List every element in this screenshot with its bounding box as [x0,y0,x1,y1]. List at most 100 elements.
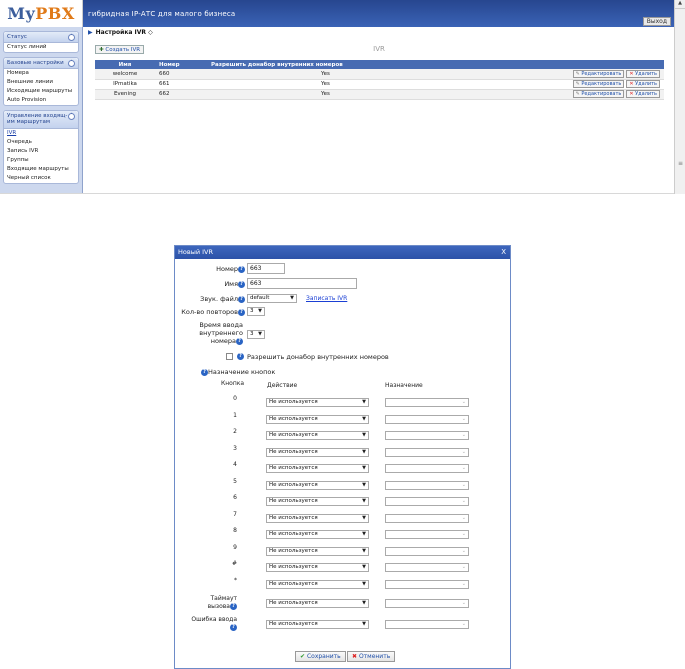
delete-button[interactable]: ✕ Удалить [626,69,660,78]
number-input[interactable]: 663 [247,263,285,274]
delete-button[interactable]: ✕ Удалить [626,80,660,88]
edit-button[interactable]: ✎ Редактировать [572,90,625,98]
cancel-button[interactable]: ✖ Отменить [347,651,396,662]
dialog-title: Новый IVR [178,248,213,256]
sidebar-group-header[interactable]: Управление входящ-им маршрутам ˄ [4,111,78,129]
key-action-select[interactable]: Не используется ▼ [266,547,369,556]
edit-icon: ✎ [575,91,580,97]
sidebar-item-queue[interactable]: Очередь [4,138,78,147]
ivr-table: Имя Номер Разрешить донабор внутренних н… [95,60,664,100]
info-icon[interactable]: ? [237,353,244,360]
sidebar-item-outbound-routes[interactable]: Исходящие маршруты [4,87,78,96]
sidebar-item-line-status[interactable]: Статус линий [4,43,78,52]
key-destination-select[interactable]: ⌄ [385,398,469,407]
dropdown-arrow-icon: ⌄ [461,399,466,405]
timeout-action-select[interactable]: Не используется ▼ [266,599,369,608]
edit-button[interactable]: ✎ Редактировать [572,69,625,78]
key-action-select[interactable]: Не используется ▼ [266,481,369,490]
dropdown-arrow-icon: ⌄ [461,416,466,422]
cell-number: 662 [155,89,207,100]
cell-name: welcome [95,69,155,80]
key-label: 5 [233,478,237,485]
sidebar-item-groups[interactable]: Группы [4,156,78,165]
section-title: IVR [373,45,385,53]
sidebar-group-header[interactable]: Базовые настройки ˄ [4,58,78,69]
key-destination-select[interactable]: ⌄ [385,563,469,572]
dropdown-arrow-icon: ⌄ [461,515,466,521]
key-destination-select[interactable]: ⌄ [385,431,469,440]
column-header-action: Действие [267,382,298,389]
sidebar-item-external-lines[interactable]: Внешние линии [4,78,78,87]
dropdown-arrow-icon: ▼ [362,465,366,471]
sidebar-item-numbers[interactable]: Номера [4,69,78,78]
key-action-select[interactable]: Не используется ▼ [266,514,369,523]
key-action-select[interactable]: Не используется ▼ [266,530,369,539]
key-action-select[interactable]: Не используется ▼ [266,580,369,589]
sound-file-select[interactable]: default ▼ [247,294,297,303]
repeat-count-select[interactable]: 3 ▼ [247,307,265,316]
key-destination-select[interactable]: ⌄ [385,481,469,490]
dropdown-arrow-icon: ▼ [362,564,366,570]
delete-button[interactable]: ✕ Удалить [626,90,660,98]
collapse-icon[interactable]: ˄ [68,34,75,41]
sidebar-item-inbound-routes[interactable]: Входящие маршруты [4,165,78,174]
key-destination-select[interactable]: ⌄ [385,547,469,556]
key-action-select[interactable]: Не используется ▼ [266,563,369,572]
arrow-right-icon: ▶ [88,29,93,36]
key-destination-select[interactable]: ⌄ [385,514,469,523]
input-time-label: Время ввода внутреннего номера? [199,321,243,345]
key-destination-select[interactable]: ⌄ [385,530,469,539]
sidebar-item-ivr[interactable]: IVR [4,129,78,138]
key-action-select[interactable]: Не используется ▼ [266,464,369,473]
scroll-up-icon[interactable]: ▲ [675,0,685,9]
error-action-select[interactable]: Не используется ▼ [266,620,369,629]
error-destination-select[interactable]: ⌄ [385,620,469,629]
key-label: 7 [233,511,237,518]
sidebar-item-auto-provision[interactable]: Auto Provision [4,96,78,105]
info-icon[interactable]: ? [238,265,245,273]
dropdown-arrow-icon: ▼ [258,331,262,337]
key-destination-select[interactable]: ⌄ [385,448,469,457]
dropdown-arrow-icon: ▼ [362,482,366,488]
record-ivr-link[interactable]: Записать IVR [306,295,347,302]
dropdown-arrow-icon: ▼ [362,498,366,504]
info-icon[interactable]: ? [238,280,245,288]
info-icon[interactable]: ? [201,368,208,376]
edit-icon: ✎ [575,81,580,87]
scrollbar[interactable]: ▲ ≡ [674,0,685,194]
allow-dialing-checkbox[interactable] [226,353,233,360]
name-input[interactable]: 663 [247,278,357,289]
key-action-select[interactable]: Не используется ▼ [266,431,369,440]
key-destination-select[interactable]: ⌄ [385,497,469,506]
collapse-icon[interactable]: ˄ [68,60,75,67]
info-icon[interactable]: ? [230,624,237,631]
timeout-destination-select[interactable]: ⌄ [385,599,469,608]
sidebar-item-blacklist[interactable]: Черный список [4,174,78,183]
edit-button[interactable]: ✎ Редактировать [572,80,625,88]
collapse-icon[interactable]: ˄ [68,113,75,120]
key-label: 8 [233,527,237,534]
info-icon[interactable]: ? [230,603,237,610]
close-button[interactable]: X [501,246,506,259]
key-destination-select[interactable]: ⌄ [385,415,469,424]
scroll-grip-icon[interactable]: ≡ [678,160,683,167]
key-label: 6 [233,494,237,501]
key-action-select[interactable]: Не используется ▼ [266,497,369,506]
info-icon[interactable]: ? [236,337,243,345]
input-time-select[interactable]: 3 ▼ [247,330,265,339]
sidebar-group-header[interactable]: Статус ˄ [4,32,78,43]
key-action-select[interactable]: Не используется ▼ [266,398,369,407]
table-row: Evening 662 Yes ✎ Редактировать ✕ Удалить [95,89,664,100]
key-action-select[interactable]: Не используется ▼ [266,448,369,457]
key-destination-select[interactable]: ⌄ [385,580,469,589]
main-content: ▶ Настройка IVR ◇ ✚ Создать IVR IVR Имя Н… [84,27,674,193]
key-action-select[interactable]: Не используется ▼ [266,415,369,424]
save-button[interactable]: ✔ Сохранить [295,651,346,662]
sidebar-item-ivr-record[interactable]: Запись IVR [4,147,78,156]
table-row: welcome 660 Yes ✎ Редактировать ✕ Удалить [95,69,664,80]
key-destination-select[interactable]: ⌄ [385,464,469,473]
logout-button[interactable]: Выход [642,17,671,26]
info-icon[interactable]: ? [238,308,245,316]
info-icon[interactable]: ? [238,295,245,303]
refresh-icon[interactable]: ◇ [146,29,153,36]
